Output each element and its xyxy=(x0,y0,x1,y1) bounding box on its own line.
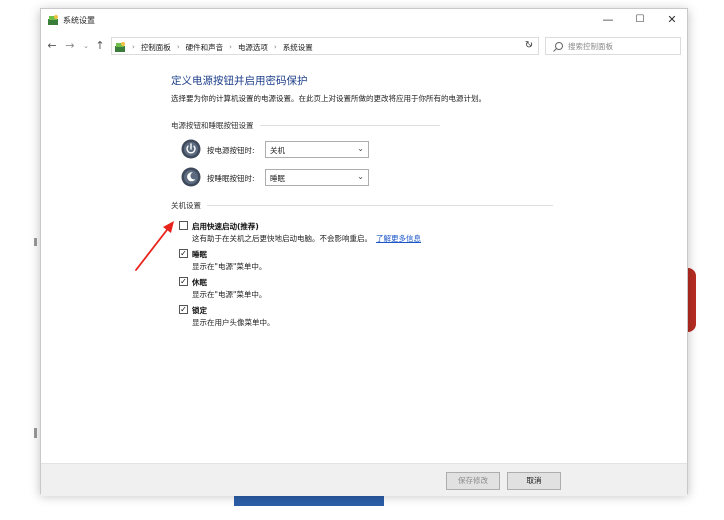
chevron-right-icon[interactable]: › xyxy=(177,43,180,51)
sleep-checkbox[interactable]: ✓ xyxy=(179,249,188,258)
red-arrow-annotation-icon xyxy=(135,221,174,271)
breadcrumb: › 控制面板 › 硬件和声音 › 电源选项 › 系统设置 xyxy=(114,40,313,54)
power-button-icon xyxy=(181,139,201,159)
divider xyxy=(207,204,553,206)
sleep-button-icon xyxy=(181,167,201,187)
section-title: 关机设置 xyxy=(171,200,201,210)
recent-locations-button[interactable]: ⌄ xyxy=(79,38,93,54)
title-bar[interactable]: 系统设置 — ☐ ✕ xyxy=(41,9,687,31)
select-value: 睡眠 xyxy=(270,174,285,183)
hibernate-checkbox[interactable]: ✓ xyxy=(179,277,188,286)
sleep-button-label: 按睡眠按钮时: xyxy=(207,174,255,183)
save-changes-button[interactable]: 保存修改 xyxy=(446,472,500,490)
background-mark xyxy=(34,238,37,246)
power-button-action-select[interactable]: 关机 ⌄ xyxy=(265,141,369,158)
sleep-button-action-select[interactable]: 睡眠 ⌄ xyxy=(265,169,369,186)
breadcrumb-power-options[interactable]: 电源选项 xyxy=(238,42,268,53)
section-title: 电源按钮和睡眠按钮设置 xyxy=(171,120,254,130)
refresh-button[interactable]: ↻ xyxy=(519,37,539,55)
footer-bar: 保存修改 取消 xyxy=(41,463,687,496)
chevron-right-icon[interactable]: › xyxy=(229,43,232,51)
lock-label[interactable]: 锁定 xyxy=(192,305,207,316)
hibernate-description: 显示在"电源"菜单中。 xyxy=(192,290,267,299)
search-input[interactable] xyxy=(568,39,676,53)
hibernate-label[interactable]: 休眠 xyxy=(192,277,207,288)
divider xyxy=(259,124,440,126)
window-title: 系统设置 xyxy=(63,16,95,25)
forward-button[interactable]: → xyxy=(63,38,77,54)
minimize-button[interactable]: — xyxy=(593,11,623,29)
fast-startup-label[interactable]: 启用快速启动(推荐) xyxy=(192,221,259,232)
cancel-button[interactable]: 取消 xyxy=(507,472,561,490)
control-panel-icon xyxy=(115,42,125,52)
chevron-right-icon[interactable]: › xyxy=(274,43,277,51)
select-value: 关机 xyxy=(270,146,285,155)
breadcrumb-control-panel[interactable]: 控制面板 xyxy=(141,42,171,53)
sleep-label[interactable]: 睡眠 xyxy=(192,249,207,260)
sleep-description: 显示在"电源"菜单中。 xyxy=(192,262,267,271)
maximize-button[interactable]: ☐ xyxy=(625,11,655,29)
power-button-label: 按电源按钮时: xyxy=(207,146,255,155)
navigation-bar: ← → ⌄ ↑ › 控制面板 › 硬件和声音 › 电源选项 › 系统设置 ⌄ ↻… xyxy=(41,35,687,57)
control-panel-icon xyxy=(48,15,58,25)
close-button[interactable]: ✕ xyxy=(657,11,687,29)
chevron-right-icon: › xyxy=(132,43,135,51)
chevron-down-icon: ⌄ xyxy=(357,144,364,153)
breadcrumb-system-settings[interactable]: 系统设置 xyxy=(283,42,313,53)
fast-startup-checkbox[interactable] xyxy=(179,221,188,230)
background-window-edge xyxy=(688,268,696,332)
up-button[interactable]: ↑ xyxy=(93,38,107,54)
section-header-shutdown: 关机设置 xyxy=(171,199,553,211)
address-bar[interactable]: › 控制面板 › 硬件和声音 › 电源选项 › 系统设置 ⌄ xyxy=(111,37,539,55)
lock-description: 显示在用户头像菜单中。 xyxy=(192,318,275,327)
section-header-power-buttons: 电源按钮和睡眠按钮设置 xyxy=(171,119,440,131)
fast-startup-description: 这有助于在关机之后更快地启动电脑。不会影响重启。 了解更多信息 xyxy=(192,233,421,244)
page-title: 定义电源按钮并启用密码保护 xyxy=(171,75,308,87)
lock-checkbox[interactable]: ✓ xyxy=(179,305,188,314)
search-box[interactable] xyxy=(545,37,681,55)
back-button[interactable]: ← xyxy=(45,38,59,54)
page-description: 选择要为你的计算机设置的电源设置。在此页上对设置所做的更改将应用于你所有的电源计… xyxy=(171,94,486,103)
chevron-down-icon: ⌄ xyxy=(357,172,364,181)
breadcrumb-hardware-and-sound[interactable]: 硬件和声音 xyxy=(186,42,224,53)
search-icon xyxy=(553,42,563,52)
option-description-text: 这有助于在关机之后更快地启动电脑。不会影响重启。 xyxy=(192,234,372,243)
background-mark xyxy=(34,428,37,438)
learn-more-link[interactable]: 了解更多信息 xyxy=(376,234,421,243)
